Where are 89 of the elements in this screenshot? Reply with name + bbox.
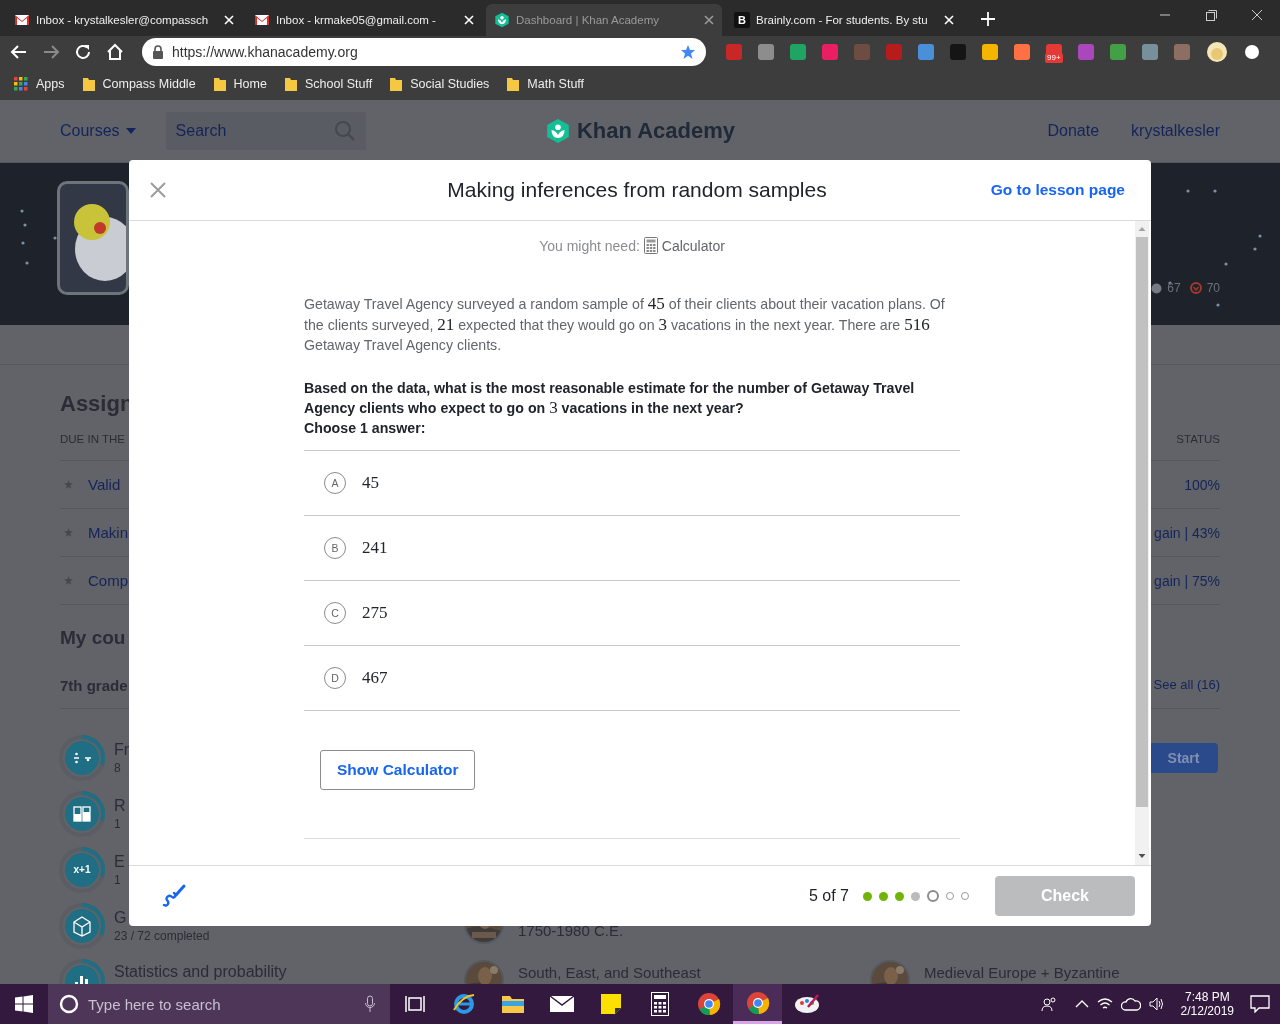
search-field[interactable]: Search: [165, 112, 366, 150]
answer-choice[interactable]: D 467: [304, 645, 960, 711]
back-icon[interactable]: [10, 43, 28, 61]
reload-icon[interactable]: [74, 43, 92, 61]
course-icon[interactable]: [58, 846, 106, 894]
column-header: STATUS: [1176, 433, 1220, 445]
sticky-notes-icon[interactable]: [599, 993, 622, 1015]
address-bar[interactable]: https://www.khanacademy.org: [142, 38, 706, 66]
caret-icon: [125, 128, 136, 134]
course-subtitle: 1: [114, 816, 122, 832]
chevron-up-icon[interactable]: [1074, 999, 1089, 1009]
icon-label: x+1: [72, 863, 92, 877]
extension-icon[interactable]: [1244, 44, 1260, 60]
answer-choice[interactable]: B 241: [304, 515, 960, 581]
cloud-icon[interactable]: [1120, 997, 1141, 1011]
home-icon[interactable]: [106, 43, 124, 61]
answer-choice[interactable]: A 45: [304, 450, 960, 516]
progress-dot: [879, 891, 888, 901]
star-icon[interactable]: [680, 44, 696, 60]
start-button[interactable]: Start: [1149, 743, 1218, 773]
folder-icon: [390, 77, 403, 91]
scratchpad-icon[interactable]: [161, 883, 187, 909]
gmail-icon: [14, 12, 30, 28]
apps-grid-icon: [14, 77, 28, 91]
progress-dot: [863, 891, 872, 901]
logo-icon: [544, 118, 571, 144]
speaker-icon[interactable]: [1148, 997, 1165, 1011]
windows-start-icon[interactable]: [15, 995, 33, 1013]
tool-hint: You might need:: [539, 237, 640, 254]
progress-dot: [911, 891, 920, 901]
bookmark[interactable]: Math Stuff: [507, 77, 585, 91]
course-subtitle: 8: [114, 760, 122, 776]
bookmark[interactable]: Apps: [14, 77, 65, 91]
chrome-icon[interactable]: [745, 990, 770, 1015]
star-icon: [64, 576, 73, 585]
paint-icon[interactable]: [793, 993, 820, 1015]
problem-text: Getaway Travel Agency surveyed a random sample of 45 of their clients about their vacation plans. Of the clients surveyed, 21 expected that they would go on 3 vacations in the next year. There are 516 Getaway Travel Agency clients.: [304, 294, 946, 355]
clock[interactable]: 7:48 PM 2/12/2019: [1180, 990, 1234, 1018]
folder-icon: [82, 77, 95, 91]
points-count: 67: [1167, 281, 1181, 295]
lesson-page-link[interactable]: Go to lesson page: [990, 181, 1125, 199]
question-text: Based on the data, what is the most reasonable estimate for the number of Getaway Travel Agency clients who expect to go on 3 vacations in the next year?: [304, 378, 916, 419]
calculator-link[interactable]: Calculator: [661, 237, 725, 254]
star-icon: [64, 480, 73, 489]
notification-icon[interactable]: [1250, 995, 1270, 1013]
dialog-title: Making inferences from random samples: [447, 178, 827, 202]
calculator-icon[interactable]: [650, 992, 669, 1016]
grade-label: 7th grade: [60, 677, 128, 694]
course-icon[interactable]: [58, 790, 106, 838]
answer-choice[interactable]: C 275: [304, 580, 960, 646]
course-icon[interactable]: [58, 902, 106, 950]
wifi-icon[interactable]: [1096, 997, 1113, 1011]
profile-avatar[interactable]: [1206, 41, 1228, 63]
bookmark[interactable]: Social Studies: [390, 77, 490, 91]
gmail-icon: [254, 12, 270, 28]
forward-icon[interactable]: [42, 43, 60, 61]
brainly-icon: B: [734, 12, 750, 28]
show-calculator-button[interactable]: Show Calculator: [320, 749, 476, 790]
mail-icon[interactable]: [548, 995, 575, 1013]
microphone-icon[interactable]: [364, 995, 376, 1013]
new-tab-icon[interactable]: [980, 11, 996, 27]
streak-count: 70: [1206, 281, 1220, 295]
lock-icon: [152, 45, 164, 59]
task-view-icon[interactable]: [404, 995, 425, 1013]
calculator-icon: [643, 237, 658, 254]
progress-counter: 5 of 7: [808, 887, 849, 905]
notification-badge: 99+: [1045, 53, 1063, 63]
folder-icon: [213, 77, 226, 91]
browser-icon[interactable]: [451, 992, 476, 1016]
progress-dot: [895, 891, 904, 901]
chrome-icon[interactable]: [696, 992, 721, 1016]
course-subtitle: 1: [114, 872, 122, 888]
taskbar-search-field[interactable]: Type here to search: [48, 984, 390, 1024]
folder-icon[interactable]: [500, 993, 525, 1015]
people-icon[interactable]: [1040, 996, 1057, 1012]
cortana-icon: [59, 994, 79, 1014]
extension-icon[interactable]: 99+: [1046, 44, 1062, 60]
progress-dot: [927, 890, 939, 902]
bookmark[interactable]: Compass Middle: [82, 77, 196, 91]
logo-icon: [494, 12, 510, 28]
star-icon: [64, 528, 73, 537]
bookmark[interactable]: School Stuff: [284, 77, 373, 91]
streak-icon: [1189, 282, 1202, 294]
instruction-text: Choose 1 answer:: [304, 418, 427, 437]
browser-tab[interactable]: Dashboard | Khan Academy: [486, 4, 722, 36]
points-icon: [1151, 282, 1163, 294]
bookmark[interactable]: Home: [213, 77, 267, 91]
folder-icon: [284, 77, 297, 91]
folder-icon: [507, 77, 520, 91]
